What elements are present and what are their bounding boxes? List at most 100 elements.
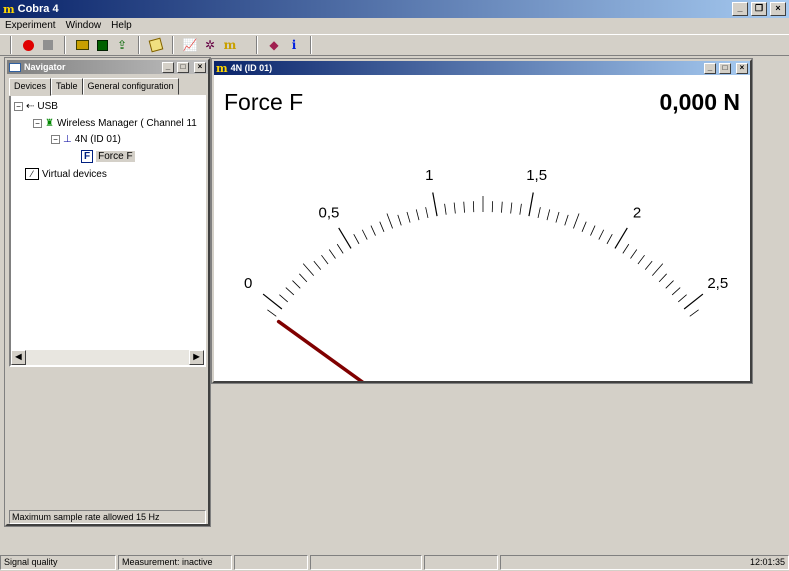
close-button[interactable]: × (770, 2, 786, 16)
gauge-tick (262, 293, 283, 310)
tree-item-usb[interactable]: − ⇠ USB (14, 101, 58, 112)
virtual-devices-icon: ⁄ (25, 168, 39, 180)
record-icon[interactable] (20, 37, 36, 53)
device-tree: − ⇠ USB − ♜ Wireless Manager ( Channel 11 − ⊥… (9, 95, 206, 367)
minimize-button[interactable]: _ (704, 62, 716, 74)
book-icon[interactable]: ◆ (266, 37, 282, 53)
cobra-logo-icon[interactable]: m (222, 37, 238, 53)
horizontal-scrollbar[interactable]: ◀ ▶ (11, 350, 204, 365)
gauge-tick (336, 243, 344, 254)
status-cell (310, 555, 422, 570)
gauge-tick (658, 273, 667, 283)
navigator-window: Navigator _ □ × Devices Table General co… (4, 57, 211, 527)
clock: 12:01:35 (500, 555, 789, 570)
sensor-icon: ⊥ (63, 134, 72, 145)
force-icon: F (81, 150, 94, 163)
gauge-tick (370, 225, 376, 236)
menu-help[interactable]: Help (111, 20, 132, 32)
gauge-tick (555, 211, 560, 223)
gauge-tick (463, 201, 465, 213)
gauge-tick (432, 192, 438, 217)
tree-label: Wireless Manager ( Channel 11 (56, 118, 197, 129)
gauge-tick (302, 263, 315, 276)
notes-icon[interactable] (148, 37, 164, 53)
app-title: Cobra 4 (17, 3, 59, 15)
signal-quality: Signal quality (0, 555, 116, 570)
gauge-tick (267, 309, 277, 317)
export-icon[interactable]: ⇪ (114, 37, 130, 53)
app-logo: m (216, 61, 228, 75)
wireless-manager-icon: ♜ (45, 118, 54, 129)
gauge-tick (606, 234, 613, 245)
tab-devices[interactable]: Devices (9, 78, 52, 96)
gauge-tick (665, 280, 674, 289)
navigator-title-bar: Navigator _ □ × (7, 60, 208, 74)
gauge-tick (573, 213, 580, 229)
gauge-tick (537, 207, 541, 219)
gauge-tick (614, 227, 628, 249)
menu-experiment[interactable]: Experiment (5, 20, 56, 32)
gauge-tick (683, 293, 704, 310)
gauge-tick (644, 260, 653, 270)
tree-label: Virtual devices (42, 168, 107, 180)
open-folder-icon[interactable] (74, 37, 90, 53)
navigator-title: Navigator (24, 62, 66, 72)
gauge-tick (671, 287, 681, 296)
toolbar: ⇪ 📈 ✲ m ◆ i (0, 34, 789, 56)
analysis-icon[interactable]: ✲ (202, 37, 218, 53)
scroll-right-button[interactable]: ▶ (189, 350, 204, 365)
menu-window[interactable]: Window (66, 20, 102, 32)
gauge-tick (651, 263, 664, 276)
tab-table[interactable]: Table (51, 78, 83, 95)
tree-item-virtual-devices[interactable]: ⁄ Virtual devices (25, 168, 107, 180)
app-logo: m (3, 2, 15, 16)
meter-window: m 4N (ID 01) _ □ × Force F 0,000 N 0 0,5 1… (211, 58, 753, 384)
gauge-tick-label: 1 (425, 167, 433, 184)
save-icon[interactable] (94, 37, 110, 53)
usb-icon: ⇠ (26, 101, 35, 112)
tab-general-configuration[interactable]: General configuration (82, 78, 179, 95)
gauge-tick (425, 207, 429, 219)
meter-title-bar: m 4N (ID 01) _ □ × (214, 61, 750, 75)
gauge-tick (528, 192, 534, 217)
tree-item-force-f[interactable]: F Force F (81, 150, 135, 163)
gauge-tick (444, 203, 447, 215)
gauge-tick (689, 309, 699, 317)
window-icon (9, 62, 21, 72)
gauge-tick (598, 229, 605, 240)
gauge-tick-label: 1,5 (526, 167, 547, 184)
gauge-tick (546, 209, 551, 221)
tree-item-wireless-manager[interactable]: − ♜ Wireless Manager ( Channel 11 (33, 118, 197, 129)
gauge-tick (299, 273, 308, 283)
info-icon[interactable]: i (286, 37, 302, 53)
status-cell (424, 555, 498, 570)
gauge-tick (622, 243, 630, 254)
scroll-left-button[interactable]: ◀ (11, 350, 26, 365)
maximize-button[interactable]: □ (177, 61, 189, 73)
app-title-bar: m Cobra 4 _ ❐ × (0, 0, 789, 18)
gauge-tick (361, 229, 368, 240)
gauge-tick (510, 202, 513, 214)
gauge-tick (353, 234, 360, 245)
minimize-button[interactable]: _ (732, 2, 748, 16)
gauge-tick (453, 202, 456, 214)
close-button[interactable]: × (736, 62, 748, 74)
gauge-tick-label: 2 (633, 205, 641, 222)
gauge-tick (581, 221, 587, 232)
close-button[interactable]: × (194, 61, 206, 73)
gauge-tick (397, 214, 402, 226)
gauge-tick (292, 280, 301, 289)
gauge-needle (276, 319, 364, 381)
restore-button[interactable]: ❐ (751, 2, 767, 16)
tree-item-4n[interactable]: − ⊥ 4N (ID 01) (51, 134, 121, 145)
graph-icon[interactable]: 📈 (182, 37, 198, 53)
navigator-tabs: Devices Table General configuration (7, 74, 208, 96)
stop-icon[interactable] (40, 37, 56, 53)
gauge-tick (501, 201, 503, 213)
gauge-tick (590, 225, 596, 236)
maximize-button[interactable]: □ (719, 62, 731, 74)
gauge-tick-label: 0,5 (319, 205, 340, 222)
minimize-button[interactable]: _ (162, 61, 174, 73)
gauge-tick (415, 209, 420, 221)
gauge-tick (406, 211, 411, 223)
